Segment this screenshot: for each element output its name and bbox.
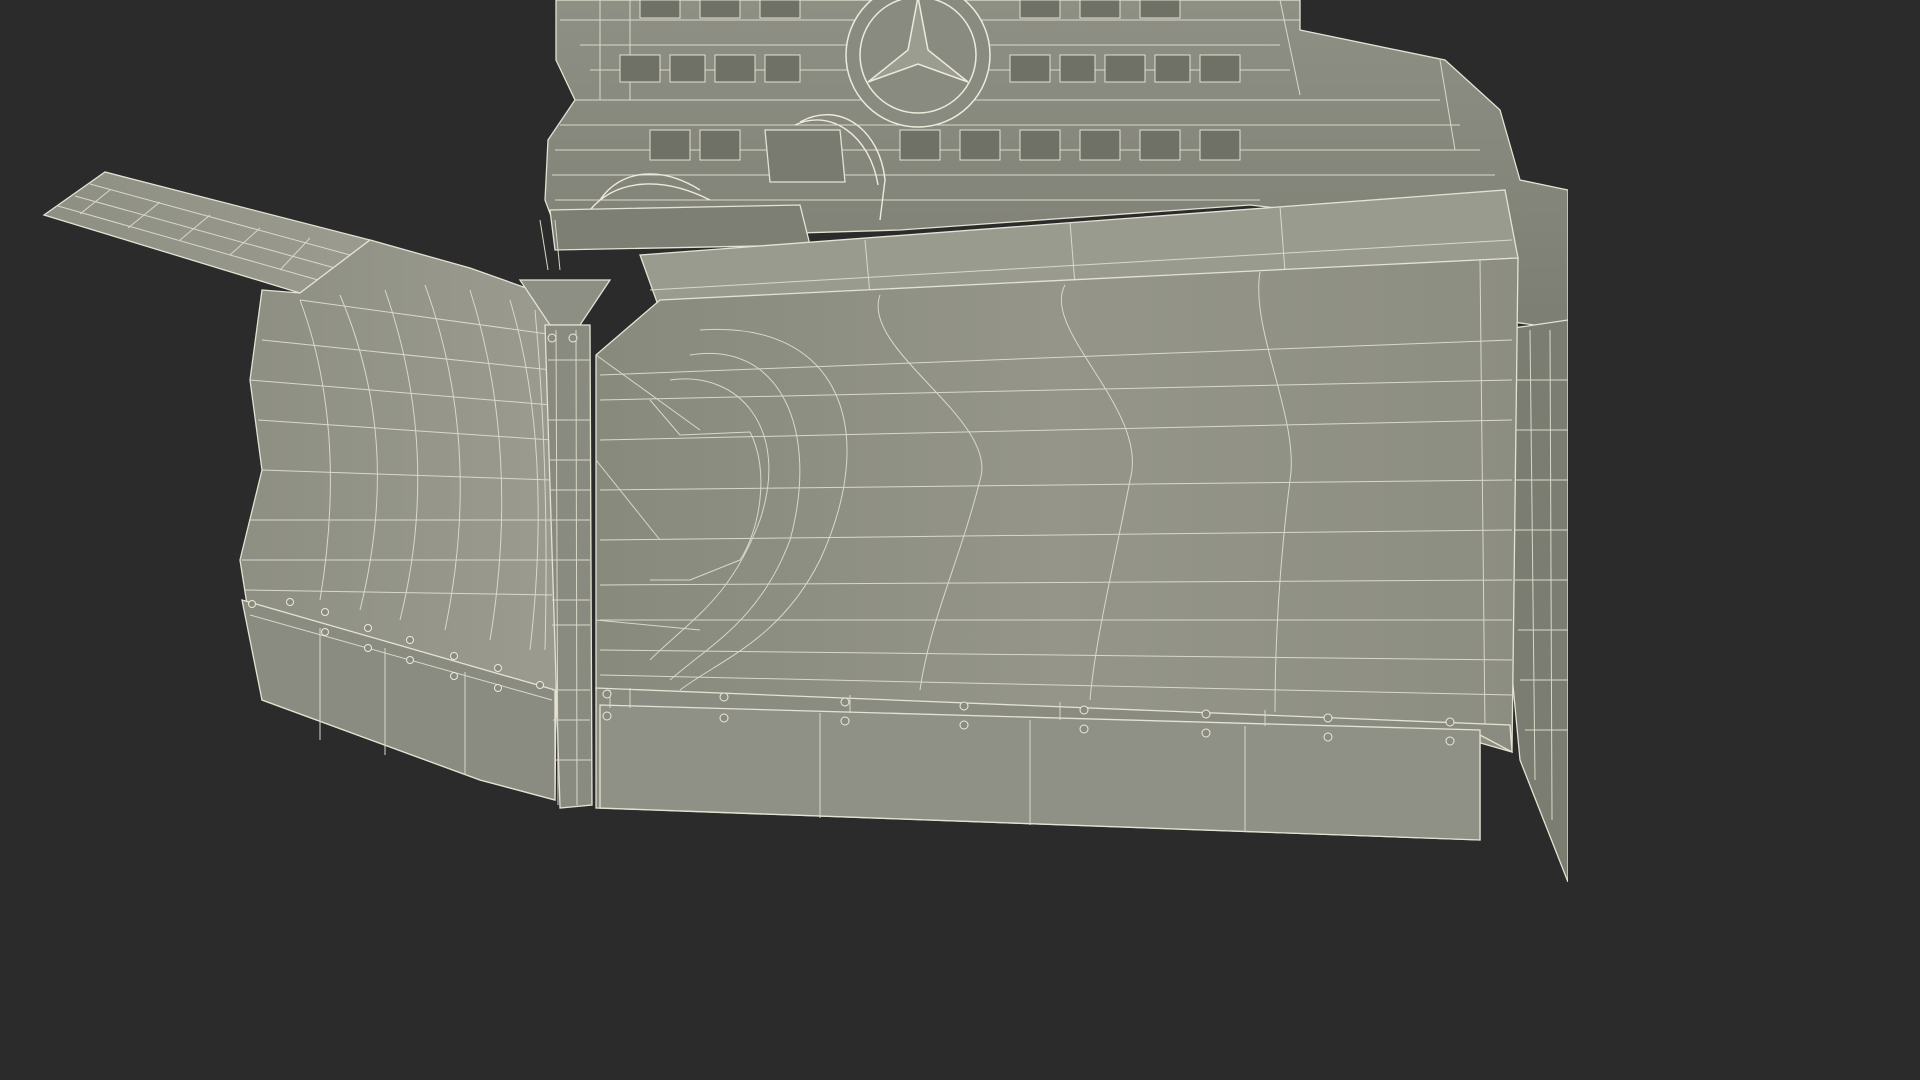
wireframe-render [42,0,1568,882]
right-plow-blade [595,189,1519,841]
render-viewport [0,0,1568,882]
left-plow-wing [42,171,561,801]
